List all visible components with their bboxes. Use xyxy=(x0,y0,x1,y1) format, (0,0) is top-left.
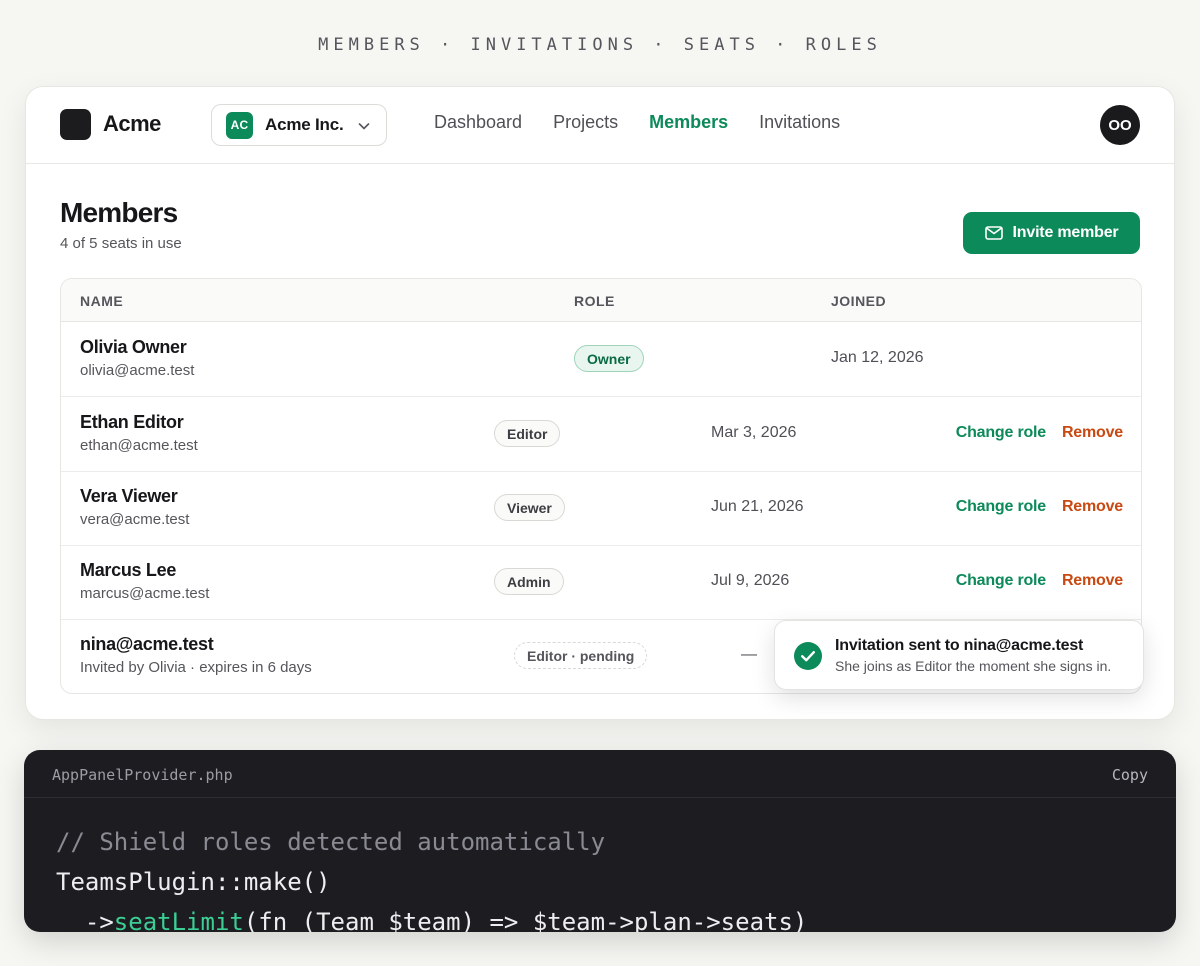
table-header: NAME ROLE JOINED xyxy=(61,279,1141,322)
remove-button[interactable]: Remove xyxy=(1062,424,1123,442)
nav-links: Dashboard Projects Members Invitations xyxy=(434,112,871,133)
member-email: marcus@acme.test xyxy=(80,585,210,602)
member-name: Marcus Lee xyxy=(80,560,177,580)
chevron-down-icon xyxy=(358,123,370,130)
table-row: Marcus Lee marcus@acme.test Admin Jul 9,… xyxy=(61,545,1141,620)
nav-projects[interactable]: Projects xyxy=(553,112,618,133)
invitee-email: nina@acme.test xyxy=(80,634,214,654)
toast-body: She joins as Editor the moment she signs… xyxy=(835,658,1112,674)
header-joined: JOINED xyxy=(831,293,887,309)
joined-date: Jan 12, 2026 xyxy=(831,349,924,366)
change-role-button[interactable]: Change role xyxy=(956,498,1046,516)
team-switcher[interactable]: AC Acme Inc. xyxy=(211,104,387,146)
code-comment: // Shield roles detected automatically xyxy=(56,828,606,856)
member-name: Vera Viewer xyxy=(80,486,178,506)
role-badge: Editor xyxy=(494,420,561,447)
remove-button[interactable]: Remove xyxy=(1062,498,1123,516)
member-email: vera@acme.test xyxy=(80,511,190,528)
joined-date: — xyxy=(741,646,757,663)
member-email: olivia@acme.test xyxy=(80,362,195,379)
change-role-button[interactable]: Change role xyxy=(956,572,1046,590)
joined-date: Mar 3, 2026 xyxy=(711,424,797,441)
nav-invitations[interactable]: Invitations xyxy=(759,112,840,133)
code-line-2: TeamsPlugin::make() xyxy=(56,868,331,896)
code-arrow: -> xyxy=(56,908,114,932)
nav-dashboard[interactable]: Dashboard xyxy=(434,112,522,133)
app-window: Acme AC Acme Inc. Dashboard Projects Mem… xyxy=(25,86,1175,720)
table-row: Ethan Editor ethan@acme.test Editor Mar … xyxy=(61,397,1141,472)
page-eyebrow: MEMBERS · INVITATIONS · SEATS · ROLES xyxy=(318,35,882,55)
code-block: AppPanelProvider.php Copy // Shield role… xyxy=(24,750,1176,932)
mail-icon xyxy=(984,226,1003,240)
role-badge: Viewer xyxy=(494,494,565,521)
role-badge-pending: Editor · pending xyxy=(514,642,648,669)
remove-button[interactable]: Remove xyxy=(1062,572,1123,590)
member-email: ethan@acme.test xyxy=(80,437,198,454)
team-name: Acme Inc. xyxy=(265,115,344,134)
team-avatar: AC xyxy=(226,111,253,139)
check-circle-icon xyxy=(794,642,822,670)
change-role-button[interactable]: Change role xyxy=(956,424,1046,442)
member-name: Ethan Editor xyxy=(80,412,184,432)
user-avatar[interactable]: OO xyxy=(1100,105,1140,145)
member-name: Olivia Owner xyxy=(80,337,187,357)
code-header: AppPanelProvider.php Copy xyxy=(24,750,1176,798)
copy-button[interactable]: Copy xyxy=(1112,766,1148,784)
invite-member-button[interactable]: Invite member xyxy=(963,212,1140,254)
table-row: Vera Viewer vera@acme.test Viewer Jun 21… xyxy=(61,471,1141,546)
joined-date: Jul 9, 2026 xyxy=(711,572,790,589)
table-row: Olivia Owner olivia@acme.test Owner Jan … xyxy=(61,322,1141,397)
header-name: NAME xyxy=(80,293,124,309)
nav-members[interactable]: Members xyxy=(649,112,728,133)
invitation-toast: Invitation sent to nina@acme.test She jo… xyxy=(774,620,1144,690)
app-logo-icon[interactable] xyxy=(60,109,91,140)
role-badge: Admin xyxy=(494,568,564,595)
joined-date: Jun 21, 2026 xyxy=(711,498,804,515)
code-line-3: ->seatLimit(fn (Team $team) => $team->pl… xyxy=(56,902,807,932)
seat-usage: 4 of 5 seats in use xyxy=(60,235,182,252)
code-method: seatLimit xyxy=(113,908,244,932)
code-args: (fn (Team $team) => $team->plan->seats) xyxy=(243,908,808,932)
code-lines: // Shield roles detected automatically Te… xyxy=(56,822,807,932)
toast-title: Invitation sent to nina@acme.test xyxy=(835,637,1084,654)
invite-meta: Invited by Olivia · expires in 6 days xyxy=(80,659,312,676)
page-title: Members xyxy=(60,197,178,228)
app-name[interactable]: Acme xyxy=(103,111,161,137)
header-role: ROLE xyxy=(574,293,615,309)
top-navigation: Acme AC Acme Inc. Dashboard Projects Mem… xyxy=(26,87,1174,164)
code-filename: AppPanelProvider.php xyxy=(52,766,233,784)
role-badge: Owner xyxy=(574,345,644,372)
invite-member-label: Invite member xyxy=(1012,224,1119,241)
